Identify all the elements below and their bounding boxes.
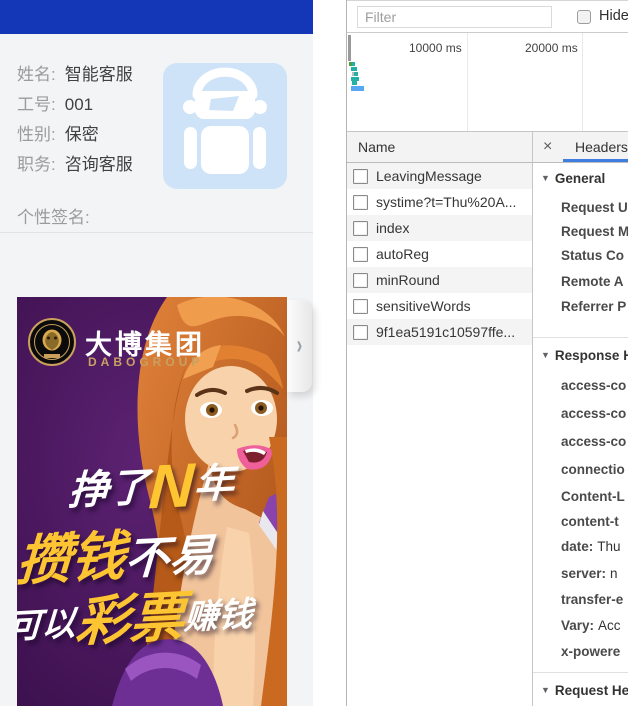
- field-label: 工号:: [17, 95, 56, 114]
- field-value: 保密: [65, 125, 99, 144]
- disclosure-triangle-icon: ▼: [541, 173, 550, 183]
- request-row[interactable]: sensitiveWords: [347, 293, 532, 319]
- header-line: Remote A: [561, 274, 628, 289]
- tab-headers[interactable]: Headers: [575, 139, 628, 155]
- favicon-placeholder-icon: [353, 169, 368, 184]
- chat-profile-panel: 姓名: 智能客服 工号: 001 性别: 保密 职务: 咨询客服 个性签名:: [0, 0, 313, 706]
- ad-banner[interactable]: 大博集团 DABOGROUP 挣了N年 攒钱不易 可以彩票赚钱: [17, 297, 287, 706]
- header-line: connectio: [561, 462, 628, 477]
- signature-label: 个性签名:: [17, 203, 90, 228]
- field-label: 姓名:: [17, 65, 56, 84]
- section-general[interactable]: ▼General: [541, 171, 605, 186]
- request-details-pane: × Headers ▼General Request U Request M S…: [532, 132, 628, 706]
- profile-field-name: 姓名: 智能客服: [17, 60, 133, 90]
- disclosure-triangle-icon: ▼: [541, 350, 550, 360]
- field-value: 咨询客服: [65, 155, 133, 174]
- column-header-name[interactable]: Name: [347, 132, 532, 163]
- network-overview-timeline[interactable]: 10000 ms 20000 ms: [347, 33, 628, 132]
- favicon-placeholder-icon: [353, 221, 368, 236]
- robot-icon: [163, 63, 287, 189]
- section-divider: [533, 337, 628, 338]
- chevron-right-icon: ›: [297, 331, 303, 361]
- request-list: Name LeavingMessage systime?t=Thu%20A...…: [347, 132, 532, 706]
- header-line: access-co: [561, 434, 628, 449]
- header-line: Referrer P: [561, 299, 628, 314]
- ad-slogan-line3: 可以彩票赚钱: [17, 568, 255, 660]
- header-line: Vary:Acc: [561, 618, 621, 633]
- request-row[interactable]: minRound: [347, 267, 532, 293]
- profile-field-role: 职务: 咨询客服: [17, 150, 133, 180]
- header-line: content-t: [561, 514, 623, 529]
- agent-profile: 姓名: 智能客服 工号: 001 性别: 保密 职务: 咨询客服: [17, 60, 133, 180]
- hide-data-urls-label: Hide: [599, 8, 628, 24]
- field-value: 001: [65, 95, 93, 114]
- field-label: 性别:: [17, 125, 56, 144]
- waterfall-bar: [352, 62, 355, 66]
- favicon-placeholder-icon: [353, 273, 368, 288]
- header-line: date:Thu: [561, 539, 621, 554]
- waterfall-bar: [351, 67, 357, 71]
- timeline-marker: [348, 35, 351, 61]
- waterfall-bar: [354, 72, 358, 76]
- timeline-tick: 20000 ms: [525, 41, 578, 55]
- favicon-placeholder-icon: [353, 195, 368, 210]
- field-value: 智能客服: [65, 65, 133, 84]
- chat-title-bar: [0, 0, 313, 34]
- profile-field-id: 工号: 001: [17, 90, 133, 120]
- waterfall-bar: [351, 86, 364, 91]
- section-response-headers[interactable]: ▼Response H: [541, 348, 628, 363]
- favicon-placeholder-icon: [353, 299, 368, 314]
- profile-field-gender: 性别: 保密: [17, 120, 133, 150]
- timeline-tick: 10000 ms: [409, 41, 462, 55]
- request-row[interactable]: systime?t=Thu%20A...: [347, 189, 532, 215]
- section-request-headers[interactable]: ▼Request He: [541, 683, 628, 698]
- filter-input[interactable]: [357, 6, 552, 28]
- profile-divider: [0, 232, 313, 233]
- request-row[interactable]: LeavingMessage: [347, 163, 532, 189]
- header-line: Request U: [561, 200, 628, 215]
- waterfall-bar: [352, 81, 357, 85]
- active-tab-underline: [563, 159, 628, 162]
- devtools-network-panel: Hide 10000 ms 20000 ms Name LeavingMessa…: [346, 0, 628, 706]
- details-tabbar: × Headers: [533, 132, 628, 163]
- close-icon[interactable]: ×: [543, 138, 552, 156]
- favicon-placeholder-icon: [353, 247, 368, 262]
- header-line: Status Co: [561, 248, 628, 263]
- sidebar-collapse-handle[interactable]: ›: [287, 300, 312, 392]
- header-line: server:n: [561, 566, 618, 581]
- header-line: transfer-e: [561, 592, 627, 607]
- field-label: 职务:: [17, 155, 56, 174]
- request-row[interactable]: 9f1ea5191c10597ffe...: [347, 319, 532, 345]
- network-filter-bar: Hide: [347, 0, 628, 33]
- disclosure-triangle-icon: ▼: [541, 685, 550, 695]
- header-line: access-co: [561, 406, 628, 421]
- hide-data-urls-checkbox[interactable]: [577, 10, 591, 24]
- ad-brand-english: DABOGROUP: [88, 355, 203, 369]
- request-row[interactable]: autoReg: [347, 241, 532, 267]
- header-line: Content-L: [561, 489, 628, 504]
- header-line: access-co: [561, 378, 628, 393]
- timeline-gridline: [467, 33, 468, 131]
- section-divider: [533, 672, 628, 673]
- robot-avatar: [163, 63, 287, 189]
- timeline-gridline: [582, 33, 583, 131]
- header-line: Request M: [561, 224, 628, 239]
- header-line: x-powere: [561, 644, 624, 659]
- request-row[interactable]: index: [347, 215, 532, 241]
- favicon-placeholder-icon: [353, 325, 368, 340]
